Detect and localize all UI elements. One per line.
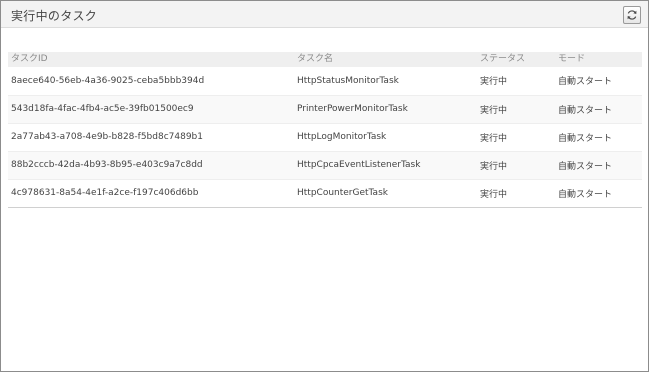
table-row[interactable]: 2a77ab43-a708-4e9b-b828-f5bd8c7489b1 Htt… (8, 123, 642, 151)
table-row[interactable]: 543d18fa-4fac-4fb4-ac5e-39fb01500ec9 Pri… (8, 95, 642, 123)
task-id-cell: 4c978631-8a54-4e1f-a2ce-f197c406d6bb (11, 188, 199, 198)
status-cell: 実行中 (480, 133, 508, 144)
task-name-cell: HttpCounterGetTask (297, 188, 388, 198)
table-row[interactable]: 4c978631-8a54-4e1f-a2ce-f197c406d6bb Htt… (8, 179, 642, 207)
task-name-cell: PrinterPowerMonitorTask (297, 104, 408, 114)
task-name-cell: HttpCpcaEventListenerTask (297, 160, 421, 170)
refresh-button[interactable] (623, 6, 641, 24)
status-cell: 実行中 (480, 77, 508, 88)
task-id-cell: 8aece640-56eb-4a36-9025-ceba5bbb394d (11, 75, 205, 86)
panel-header: 実行中のタスク (1, 1, 648, 28)
column-header-task-id[interactable]: タスクID (8, 52, 294, 67)
task-id-cell: 543d18fa-4fac-4fb4-ac5e-39fb01500ec9 (11, 104, 194, 114)
task-name-cell: HttpStatusMonitorTask (297, 75, 399, 86)
panel-title: 実行中のタスク (11, 9, 98, 23)
table-header-row: タスクID タスク名 ステータス モード (8, 52, 642, 67)
mode-cell: 自動スタート (558, 189, 613, 200)
mode-cell: 自動スタート (558, 105, 613, 116)
column-header-status[interactable]: ステータス (477, 52, 555, 67)
refresh-icon (626, 9, 638, 21)
task-name-cell: HttpLogMonitorTask (297, 132, 387, 142)
table-row[interactable]: 8aece640-56eb-4a36-9025-ceba5bbb394d Htt… (8, 67, 642, 95)
mode-cell: 自動スタート (558, 133, 613, 144)
running-tasks-panel: 実行中のタスク タスクID タスク名 ステータス モード 8aece640-56… (0, 0, 649, 372)
table-row[interactable]: 88b2cccb-42da-4b93-8b95-e403c9a7c8dd Htt… (8, 151, 642, 179)
mode-cell: 自動スタート (558, 77, 613, 88)
status-cell: 実行中 (480, 105, 508, 116)
task-table: タスクID タスク名 ステータス モード 8aece640-56eb-4a36-… (8, 52, 642, 208)
status-cell: 実行中 (480, 189, 508, 200)
task-id-cell: 2a77ab43-a708-4e9b-b828-f5bd8c7489b1 (11, 132, 203, 142)
column-header-mode[interactable]: モード (555, 52, 642, 67)
task-id-cell: 88b2cccb-42da-4b93-8b95-e403c9a7c8dd (11, 160, 203, 170)
column-header-task-name[interactable]: タスク名 (294, 52, 477, 67)
mode-cell: 自動スタート (558, 161, 613, 172)
status-cell: 実行中 (480, 161, 508, 172)
